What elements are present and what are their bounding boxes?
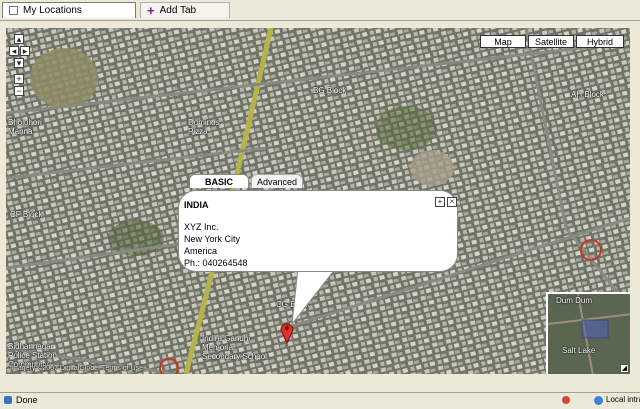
collapse-overview-icon[interactable]: ◢: [620, 364, 629, 373]
map-label-ah-block: AH Block: [571, 90, 604, 99]
overview-imagery: [548, 294, 630, 374]
infowindow-line-company: XYZ Inc.: [184, 222, 219, 232]
map-label-cf-block: CF Block: [10, 210, 43, 219]
zone-text: Local intranet: [606, 395, 640, 404]
pan-right-button[interactable]: ▸: [20, 46, 30, 56]
infowindow-line-country: America: [184, 246, 218, 256]
map-copyright: Imagery ©2007 DigitalGlobe, Terms of Use: [10, 365, 144, 372]
map-label-bg-block: BG Block: [313, 86, 347, 95]
zoom-in-button[interactable]: +: [14, 74, 24, 84]
maximize-icon[interactable]: +: [435, 197, 445, 207]
map-label-dominos: Dominos Pizza: [188, 118, 220, 136]
overview-map[interactable]: Dum Dum Salt Lake ◢: [546, 292, 630, 374]
plus-icon: +: [147, 2, 155, 18]
tab-bar: My Locations + Add Tab: [0, 0, 640, 21]
add-tab-button[interactable]: + Add Tab: [140, 2, 230, 18]
map-type-hybrid-button[interactable]: Hybrid: [576, 35, 624, 48]
map-view[interactable]: Map Satellite Hybrid ▴ ◂ ▸ ▾ + − BG Bloc…: [6, 28, 630, 374]
pan-up-button[interactable]: ▴: [14, 34, 24, 44]
tab-my-locations[interactable]: My Locations: [2, 2, 136, 18]
map-label-bhojohori: Bhojohori Manna: [8, 118, 42, 136]
add-tab-label: Add Tab: [159, 5, 197, 16]
map-label-school: Indira Gandhi Memorial Secondary School: [202, 334, 267, 361]
globe-icon: [594, 396, 603, 405]
overview-label-salt-lake: Salt Lake: [562, 346, 596, 355]
page-icon: [9, 6, 18, 15]
zoom-out-button[interactable]: −: [14, 86, 24, 96]
infowindow-tab-basic[interactable]: BASIC: [189, 174, 249, 188]
pan-down-button[interactable]: ▾: [14, 58, 24, 68]
map-type-satellite-button[interactable]: Satellite: [528, 35, 574, 48]
status-bar: Done Local intranet: [0, 392, 640, 409]
infowindow-line-phone: Ph.: 040264548: [184, 258, 248, 268]
infowindow-pointer: [291, 268, 337, 326]
infowindow-line-city: New York City: [184, 234, 241, 244]
infowindow-title: INDIA: [184, 200, 209, 210]
tab-label: My Locations: [23, 5, 82, 16]
map-type-map-button[interactable]: Map: [480, 35, 526, 48]
pan-left-button[interactable]: ◂: [9, 46, 19, 56]
close-icon[interactable]: ×: [447, 197, 457, 207]
infowindow-tab-advanced[interactable]: Advanced: [251, 174, 303, 188]
security-icon: [562, 396, 570, 404]
page-status-icon: [4, 396, 12, 404]
overview-label-dum-dum: Dum Dum: [556, 296, 593, 305]
status-text: Done: [16, 395, 38, 405]
